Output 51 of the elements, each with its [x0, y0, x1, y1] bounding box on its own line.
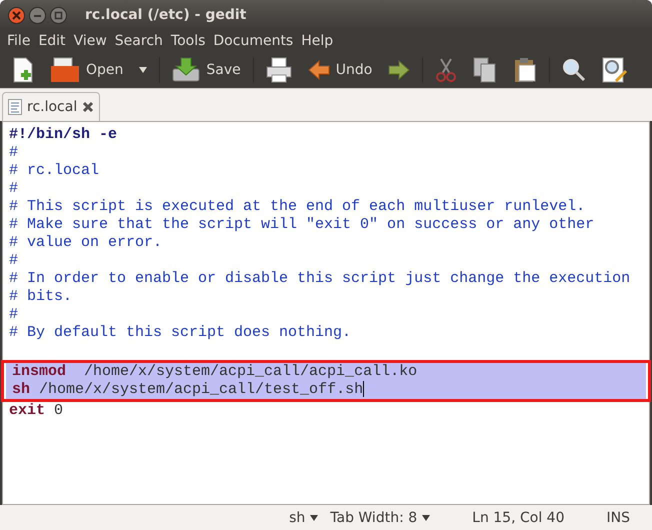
maximize-icon — [54, 10, 63, 20]
menu-item[interactable]: Edit — [34, 33, 70, 49]
close-button[interactable] — [8, 6, 25, 24]
text-editor[interactable] — [2, 121, 650, 505]
save-button[interactable]: Save — [168, 55, 245, 85]
dropdown-arrow-icon — [139, 67, 148, 73]
dropdown-arrow-icon — [310, 514, 318, 520]
menu-item[interactable]: Help — [297, 33, 338, 49]
code-line: exit 0 — [8, 402, 64, 420]
code-line: # — [8, 252, 20, 270]
code-line: # Make sure that the script will "exit 0" on success or any other — [8, 216, 596, 234]
search-icon — [562, 58, 586, 82]
maximize-button[interactable] — [50, 6, 67, 24]
code-line: # — [8, 306, 20, 324]
open-button[interactable]: Open — [46, 55, 128, 85]
menu-item[interactable]: Tools — [166, 33, 210, 49]
language-selector[interactable]: sh — [283, 510, 324, 526]
printer-icon — [266, 57, 292, 83]
code-line: # bits. — [8, 288, 74, 306]
code-line: # In order to enable or disable this script just change the execution — [8, 270, 632, 288]
menu-item[interactable]: Search — [110, 33, 167, 49]
new-document-icon — [12, 57, 34, 83]
code-line: #!/bin/sh -e — [8, 126, 118, 144]
download-icon — [172, 57, 200, 83]
code-line: # — [8, 144, 20, 162]
undo-button[interactable]: Undo — [304, 57, 376, 83]
code-line: # This script is executed at the end of each multiuser runlevel. — [8, 198, 586, 216]
menu-item[interactable]: File — [3, 33, 34, 49]
menu-item[interactable]: Documents — [209, 33, 298, 49]
minimize-button[interactable] — [29, 6, 46, 24]
code-line: # — [8, 180, 20, 198]
insert-mode: INS — [606, 510, 631, 526]
close-icon — [12, 10, 21, 20]
copy-icon — [473, 57, 498, 83]
code-line: # value on error. — [8, 234, 164, 252]
clipboard-icon — [513, 57, 538, 83]
folder-icon — [50, 57, 80, 83]
code-line: # By default this script does nothing. — [8, 324, 352, 342]
dropdown-arrow-icon — [422, 514, 430, 520]
scissors-icon — [435, 58, 458, 82]
tab-width-selector[interactable]: Tab Width: 8 — [324, 510, 436, 526]
text-file-icon — [8, 99, 22, 115]
right-arrow-icon — [388, 59, 410, 81]
close-icon[interactable] — [82, 101, 94, 113]
cursor-position: Ln 15, Col 40 — [471, 510, 566, 526]
window-title: rc.local (/etc) - gedit — [85, 7, 246, 23]
find-replace-icon — [602, 57, 628, 83]
left-arrow-icon — [308, 59, 330, 81]
document-tab[interactable]: rc.local — [2, 92, 100, 121]
code-line: # rc.local — [8, 162, 100, 180]
menu-item[interactable]: View — [70, 33, 111, 49]
